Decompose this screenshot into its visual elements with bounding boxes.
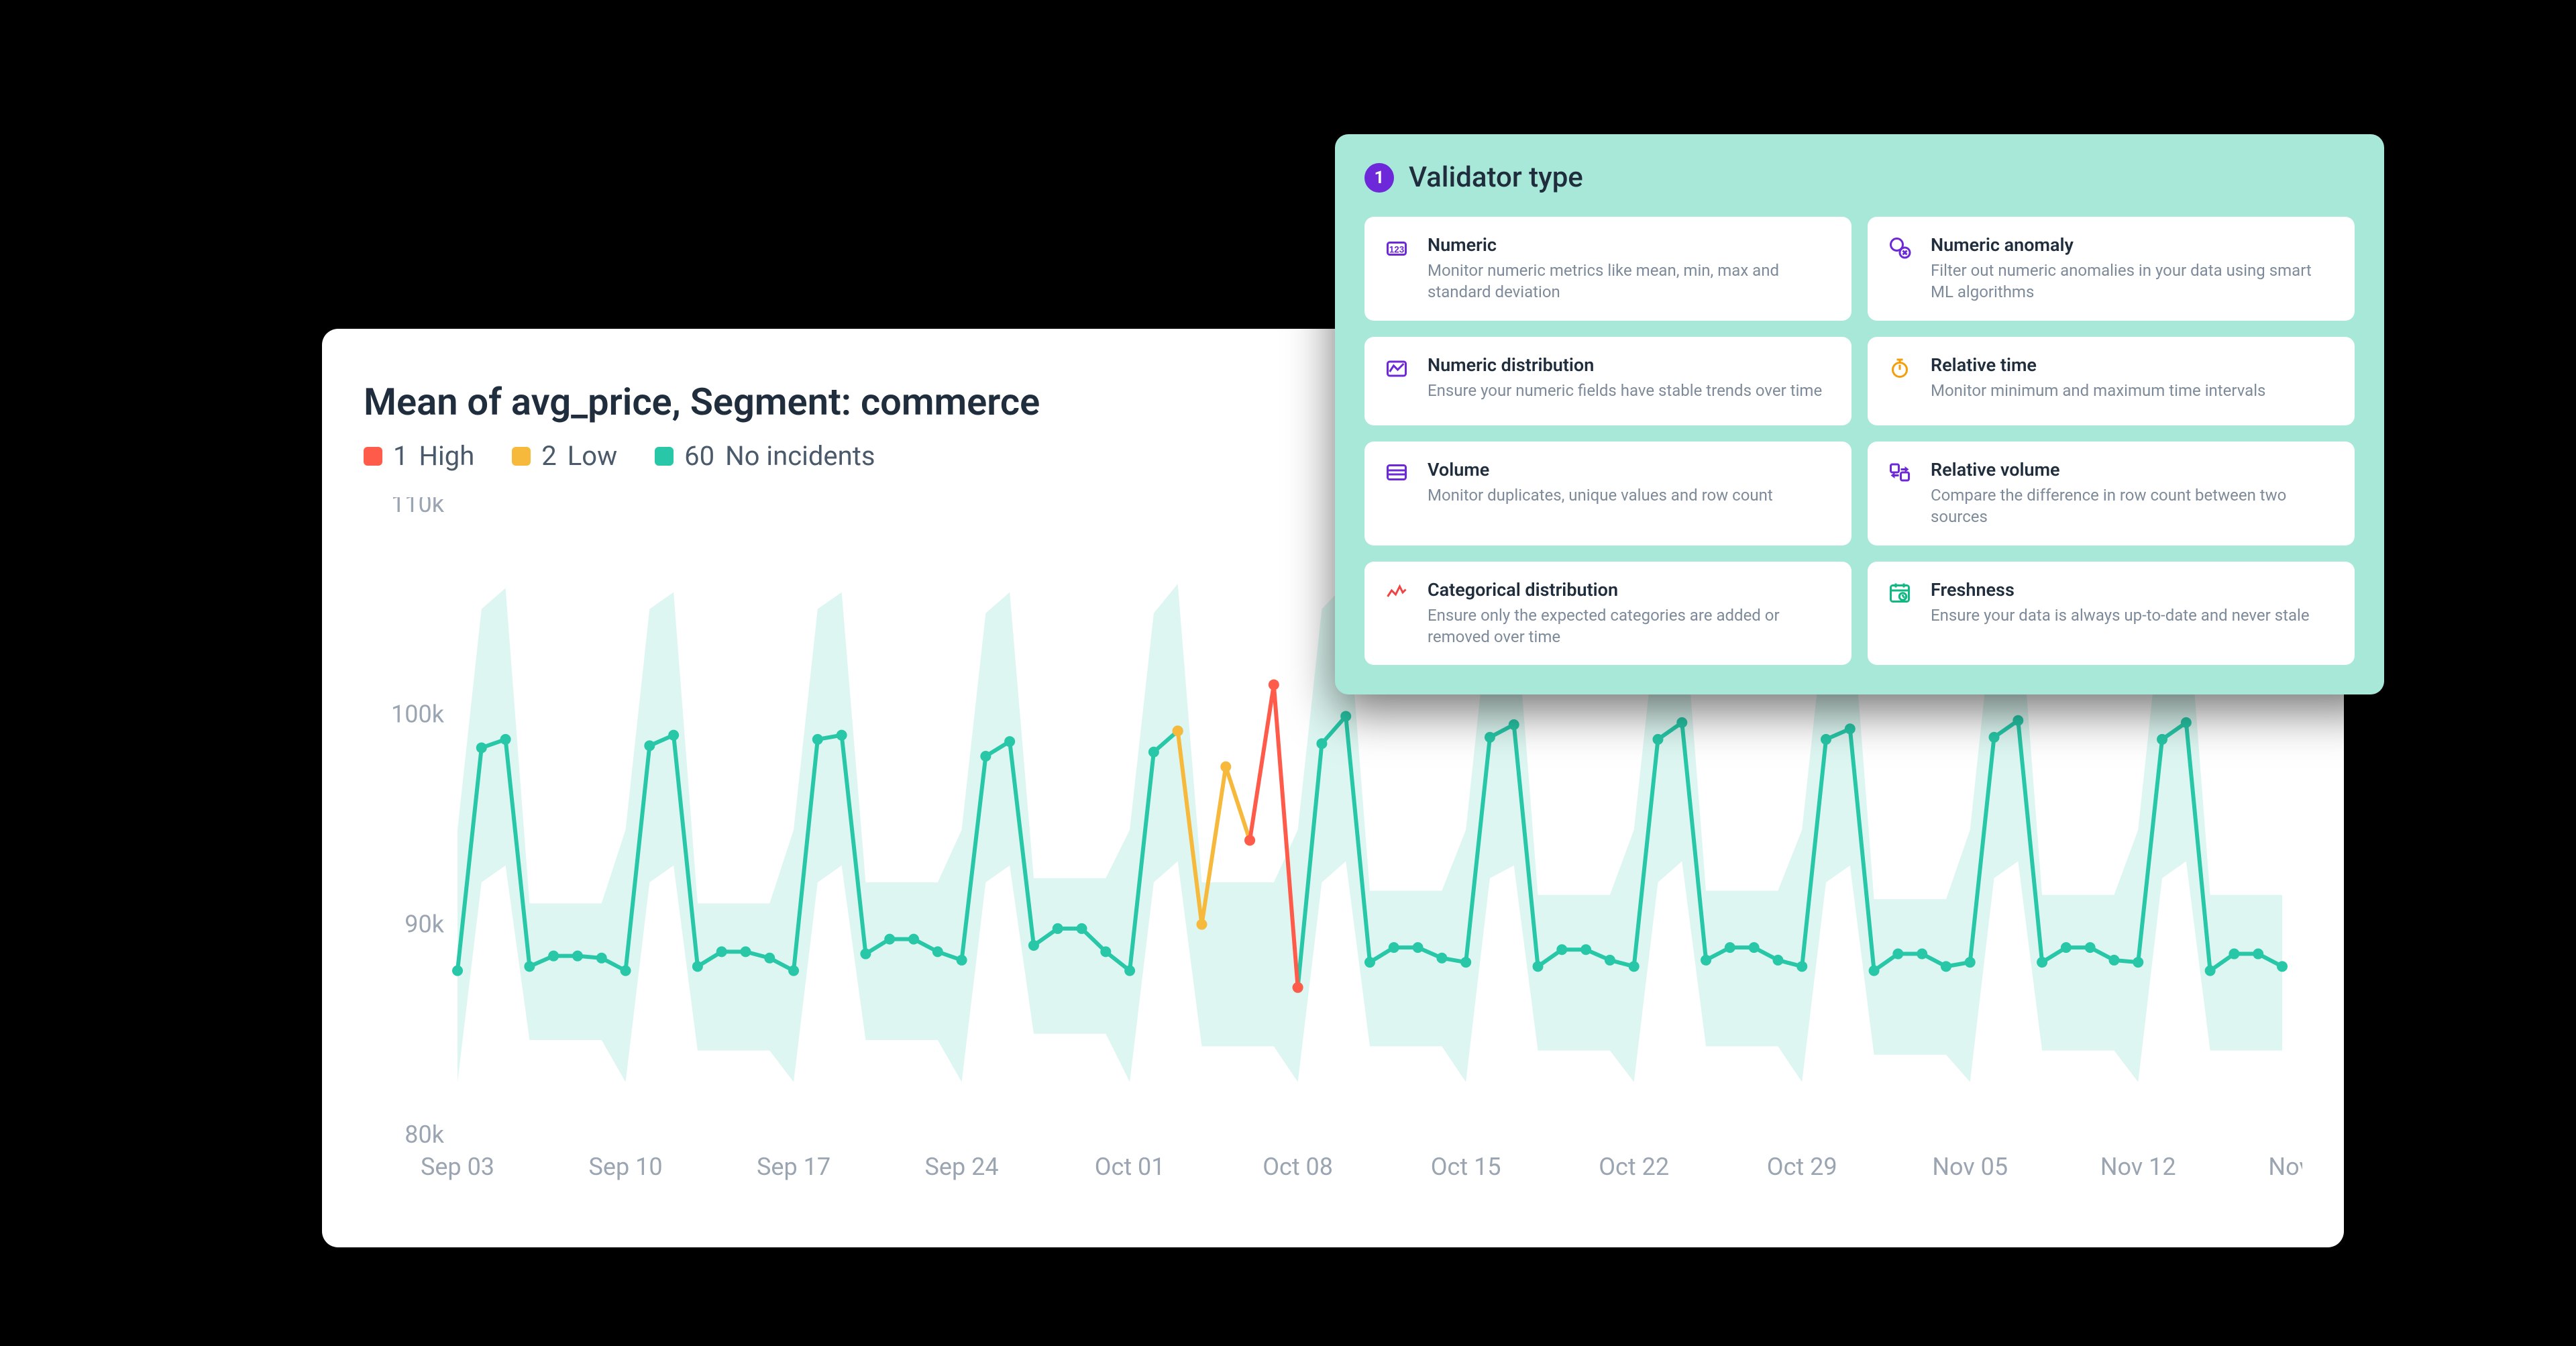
legend-count-high: 1 xyxy=(393,440,408,472)
legend-count-ok: 60 xyxy=(684,440,714,472)
validator-tile-desc: Monitor duplicates, unique values and ro… xyxy=(1428,484,1773,506)
validator-tile-desc: Ensure only the expected categories are … xyxy=(1428,605,1833,648)
step-badge: 1 xyxy=(1364,163,1394,193)
legend-swatch-ok xyxy=(655,447,674,466)
svg-text:Oct 15: Oct 15 xyxy=(1431,1153,1501,1181)
svg-text:100k: 100k xyxy=(391,700,445,728)
spark-icon xyxy=(1383,579,1410,606)
validator-tile-name: Categorical distribution xyxy=(1428,579,1833,601)
validator-tile-grid: Numeric Monitor numeric metrics like mean… xyxy=(1364,217,2355,665)
compare-icon xyxy=(1886,459,1913,486)
svg-text:90k: 90k xyxy=(405,911,444,939)
legend-count-low: 2 xyxy=(541,440,556,472)
svg-text:110k: 110k xyxy=(391,497,445,518)
distribution-icon xyxy=(1383,354,1410,381)
svg-text:Sep 24: Sep 24 xyxy=(925,1153,999,1181)
validator-panel-header: 1 Validator type xyxy=(1364,161,2355,194)
table-icon xyxy=(1383,459,1410,486)
validator-tile-desc: Compare the difference in row count betw… xyxy=(1931,484,2336,528)
validator-tile-name: Numeric xyxy=(1428,234,1833,256)
legend-swatch-low xyxy=(512,447,531,466)
validator-tile-desc: Monitor minimum and maximum time interva… xyxy=(1931,380,2265,401)
validator-tile-desc: Monitor numeric metrics like mean, min, … xyxy=(1428,260,1833,303)
validator-tile-name: Relative time xyxy=(1931,354,2265,376)
validator-tile-name: Volume xyxy=(1428,459,1773,480)
validator-tile-numeric[interactable]: Numeric Monitor numeric metrics like mean… xyxy=(1364,217,1851,321)
svg-text:Nov 05: Nov 05 xyxy=(1932,1153,2008,1181)
svg-text:80k: 80k xyxy=(405,1121,444,1149)
validator-tile-name: Numeric anomaly xyxy=(1931,234,2336,256)
validator-tile-name: Freshness xyxy=(1931,579,2310,601)
svg-text:Oct 08: Oct 08 xyxy=(1263,1153,1333,1181)
svg-text:Oct 01: Oct 01 xyxy=(1095,1153,1165,1181)
legend-item-low[interactable]: 2 Low xyxy=(512,440,617,472)
legend-label-high: High xyxy=(419,440,474,472)
svg-text:Sep 03: Sep 03 xyxy=(421,1153,494,1181)
validator-tile-categorical-dist[interactable]: Categorical distribution Ensure only the … xyxy=(1364,562,1851,666)
validator-tile-numeric-distribution[interactable]: Numeric distribution Ensure your numeric … xyxy=(1364,337,1851,425)
validator-tile-name: Relative volume xyxy=(1931,459,2336,480)
legend-item-high[interactable]: 1 High xyxy=(364,440,474,472)
validator-tile-numeric-anomaly[interactable]: Numeric anomaly Filter out numeric anomal… xyxy=(1868,217,2355,321)
validator-tile-freshness[interactable]: Freshness Ensure your data is always up-t… xyxy=(1868,562,2355,666)
validator-tile-relative-time[interactable]: Relative time Monitor minimum and maximum… xyxy=(1868,337,2355,425)
svg-text:Oct 22: Oct 22 xyxy=(1599,1153,1669,1181)
svg-text:Sep 10: Sep 10 xyxy=(588,1153,662,1181)
validator-panel-title: Validator type xyxy=(1409,161,1583,194)
numeric-icon xyxy=(1383,234,1410,261)
validator-tile-name: Numeric distribution xyxy=(1428,354,1822,376)
stopwatch-icon xyxy=(1886,354,1913,381)
svg-text:Oct 29: Oct 29 xyxy=(1767,1153,1837,1181)
validator-type-panel: 1 Validator type Numeric Monitor numeric … xyxy=(1335,134,2384,694)
legend-label-low: Low xyxy=(568,440,617,472)
legend-label-ok: No incidents xyxy=(725,440,875,472)
anomaly-icon xyxy=(1886,234,1913,261)
validator-tile-desc: Ensure your data is always up-to-date an… xyxy=(1931,605,2310,626)
validator-tile-desc: Ensure your numeric fields have stable t… xyxy=(1428,380,1822,401)
legend-swatch-high xyxy=(364,447,382,466)
validator-tile-relative-volume[interactable]: Relative volume Compare the difference in… xyxy=(1868,442,2355,546)
validator-tile-volume[interactable]: Volume Monitor duplicates, unique values … xyxy=(1364,442,1851,546)
validator-tile-desc: Filter out numeric anomalies in your dat… xyxy=(1931,260,2336,303)
calendar-icon xyxy=(1886,579,1913,606)
legend-item-ok[interactable]: 60 No incidents xyxy=(655,440,875,472)
svg-text:Nov 19: Nov 19 xyxy=(2268,1153,2302,1181)
svg-text:Sep 17: Sep 17 xyxy=(757,1153,830,1181)
svg-text:Nov 12: Nov 12 xyxy=(2100,1153,2176,1181)
